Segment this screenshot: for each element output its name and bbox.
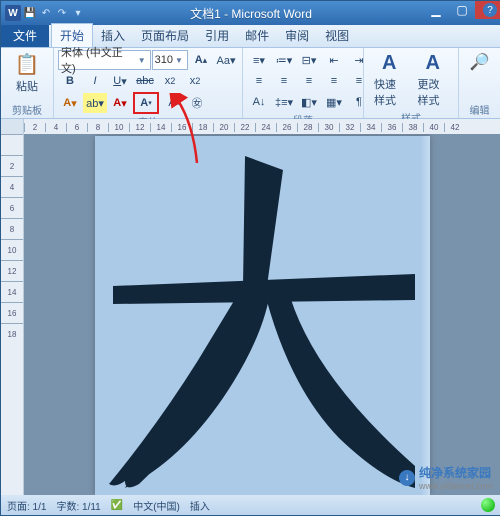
grow-font-button[interactable]: A▴	[189, 50, 213, 70]
paste-button[interactable]: 📋 粘贴	[5, 50, 49, 96]
align-center-button[interactable]: ≡	[272, 71, 296, 91]
quick-styles-button[interactable]: A 快速样式	[368, 50, 411, 110]
app-window: W 💾 ↶ ↷ ▾ 文档1 - Microsoft Word ▁ ▢ ✕ 文件 …	[0, 0, 500, 516]
numbering-button[interactable]: ≔▾	[272, 50, 296, 70]
vertical-ruler[interactable]: 24681012141618	[1, 134, 24, 495]
chevron-down-icon: ▼	[136, 56, 148, 65]
underline-button[interactable]: U▾	[108, 71, 132, 91]
ruler-h-scale: 24681012141618202224262830323436384042	[24, 123, 500, 132]
shrink-font-button[interactable]: A▾	[133, 92, 159, 114]
window-title: 文档1 - Microsoft Word	[190, 5, 312, 22]
status-words[interactable]: 字数: 1/11	[56, 498, 100, 513]
status-indicator-icon	[481, 498, 495, 512]
glyph-da	[95, 136, 430, 495]
status-insert-mode[interactable]: 插入	[190, 498, 210, 513]
borders-button[interactable]: ▦▾	[322, 92, 346, 112]
tab-mailings[interactable]: 邮件	[237, 24, 277, 47]
document-area: 24681012141618	[1, 134, 500, 495]
chevron-down-icon: ▼	[173, 56, 185, 65]
tab-page-layout[interactable]: 页面布局	[133, 24, 197, 47]
bold-button[interactable]: B	[58, 71, 82, 91]
maximize-button[interactable]: ▢	[449, 1, 475, 19]
qat-redo-icon[interactable]: ↷	[55, 6, 69, 20]
file-tab[interactable]: 文件	[1, 24, 49, 47]
watermark-url: www.yidaimei.com	[419, 481, 493, 491]
qat-undo-icon[interactable]: ↶	[39, 6, 53, 20]
text-effects-button[interactable]: A▾	[58, 93, 82, 113]
qat-save-icon[interactable]: 💾	[23, 6, 37, 20]
callout-arrow	[169, 93, 209, 173]
multilevel-button[interactable]: ⊟▾	[297, 50, 321, 70]
group-font: 宋体 (中文正文) ▼ 310 ▼ A▴ Aa▾ B I U▾ abc x2	[54, 48, 243, 118]
strike-button[interactable]: abc	[133, 71, 157, 91]
status-language[interactable]: 中文(中国)	[133, 498, 180, 513]
decrease-indent-button[interactable]: ⇤	[322, 50, 346, 70]
status-proofing-icon[interactable]: ✅	[111, 500, 123, 511]
group-clipboard: 📋 粘贴 剪贴板	[1, 48, 54, 118]
font-size-combo[interactable]: 310 ▼	[152, 50, 188, 70]
font-color-button[interactable]: A▾	[108, 93, 132, 113]
tab-references[interactable]: 引用	[197, 24, 237, 47]
qat-customize-icon[interactable]: ▾	[71, 6, 85, 20]
styles-icon: A	[382, 52, 396, 75]
group-clipboard-label: 剪贴板	[5, 102, 49, 118]
group-styles: A 快速样式 A 更改样式 样式	[364, 48, 459, 118]
minimize-button[interactable]: ▁	[423, 1, 449, 19]
ruler-corner	[1, 119, 24, 135]
title-bar: W 💾 ↶ ↷ ▾ 文档1 - Microsoft Word ▁ ▢ ✕	[1, 1, 500, 25]
clipboard-icon: 📋	[15, 52, 40, 77]
ribbon-tabstrip: 文件 开始 插入 页面布局 引用 邮件 审阅 视图 ?	[1, 25, 500, 48]
status-bar: 页面: 1/1 字数: 1/11 ✅ 中文(中国) 插入	[1, 495, 500, 515]
tab-insert[interactable]: 插入	[93, 24, 133, 47]
change-styles-icon: A	[426, 52, 440, 75]
align-right-button[interactable]: ≡	[297, 71, 321, 91]
watermark-icon: ↓	[399, 470, 415, 486]
superscript-button[interactable]: x2	[183, 71, 207, 91]
document-canvas[interactable]	[24, 134, 500, 495]
highlight-button[interactable]: ab▾	[83, 93, 107, 113]
shading-button[interactable]: ◧▾	[297, 92, 321, 112]
italic-button[interactable]: I	[83, 71, 107, 91]
find-icon: 🔎	[470, 52, 490, 72]
tab-view[interactable]: 视图	[317, 24, 357, 47]
ribbon: 📋 粘贴 剪贴板 宋体 (中文正文) ▼ 310 ▼ A▴ Aa▾	[1, 48, 500, 119]
justify-button[interactable]: ≡	[322, 71, 346, 91]
group-editing-label: 编辑	[463, 102, 496, 118]
font-name-combo[interactable]: 宋体 (中文正文) ▼	[58, 50, 151, 70]
watermark: ↓ 纯净系统家园 www.yidaimei.com	[399, 464, 493, 491]
tab-review[interactable]: 审阅	[277, 24, 317, 47]
page	[95, 136, 430, 495]
status-page[interactable]: 页面: 1/1	[7, 498, 46, 513]
word-app-icon: W	[5, 5, 21, 21]
paste-label: 粘贴	[16, 78, 38, 94]
group-editing: 🔎 编辑	[459, 48, 500, 118]
page-edge	[420, 136, 430, 495]
quick-styles-label: 快速样式	[374, 76, 405, 108]
subscript-button[interactable]: x2	[158, 71, 182, 91]
help-icon[interactable]: ?	[483, 3, 497, 17]
bullets-button[interactable]: ≡▾	[247, 50, 271, 70]
sort-button[interactable]: A↓	[247, 92, 271, 112]
line-spacing-button[interactable]: ‡≡▾	[272, 92, 296, 112]
watermark-brand: 纯净系统家园	[419, 464, 493, 481]
change-styles-label: 更改样式	[418, 76, 449, 108]
change-case-button[interactable]: Aa▾	[214, 50, 238, 70]
editing-button[interactable]: 🔎	[463, 50, 496, 75]
tab-home[interactable]: 开始	[51, 23, 93, 47]
font-size-value: 310	[155, 54, 173, 66]
align-left-button[interactable]: ≡	[247, 71, 271, 91]
change-styles-button[interactable]: A 更改样式	[412, 50, 455, 110]
group-paragraph: ≡▾ ≔▾ ⊟▾ ⇤ ⇥ ≡ ≡ ≡ ≡ ≡ A↓ ‡≡▾ ◧▾ ▦	[243, 48, 364, 118]
